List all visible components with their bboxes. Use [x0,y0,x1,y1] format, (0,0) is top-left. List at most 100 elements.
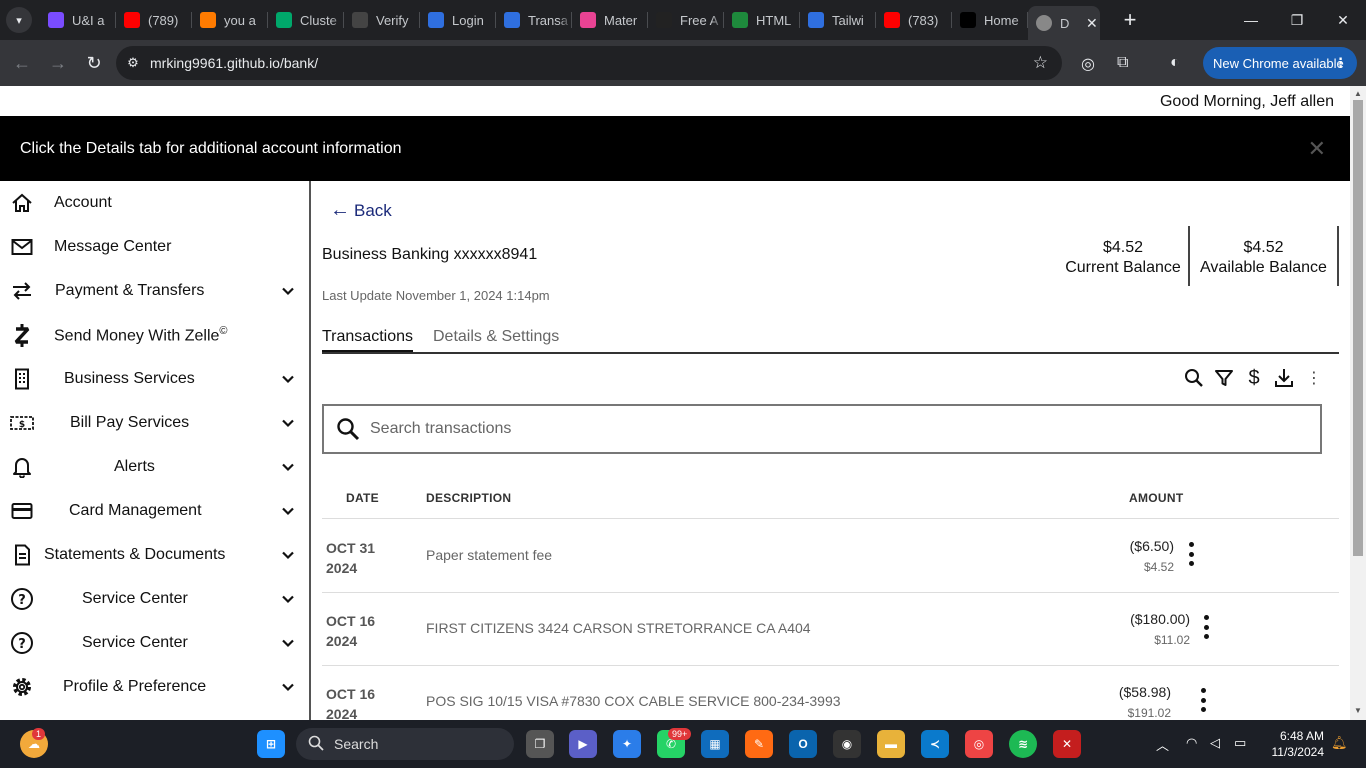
row-menu-icon[interactable] [1201,615,1211,639]
back-link[interactable]: ← Back [330,199,392,222]
chevron-down-icon[interactable] [280,459,296,475]
battery-icon[interactable]: ▭ [1234,735,1246,751]
extension-icon[interactable]: ◎ [1081,54,1095,74]
chrome-menu-icon[interactable]: ⋮ [1334,55,1347,71]
minimize-icon[interactable]: — [1228,0,1274,40]
chevron-down-icon[interactable] [280,547,296,563]
store-icon[interactable]: ▦ [701,730,729,758]
profile-avatar-icon[interactable]: ◐ [1170,54,1180,72]
download-icon[interactable] [1272,366,1296,390]
sidebar-item-alerts[interactable]: Alerts [0,445,309,489]
meet-icon[interactable]: ▶ [569,730,597,758]
browser-tab[interactable]: (783) [876,0,952,40]
sidebar-item-service-center[interactable]: ? Service Center [0,577,309,621]
dollar-icon[interactable]: $ [1242,366,1266,390]
table-row[interactable]: OCT 31 2024 Paper statement fee ($6.50) $4.5… [322,520,1339,593]
chrome-icon[interactable]: ◎ [965,730,993,758]
sidebar-item-business-services[interactable]: Business Services [0,357,309,401]
bookmark-star-icon[interactable]: ☆ [1033,53,1048,73]
sidebar-item-statements-documents[interactable]: Statements & Documents [0,533,309,577]
sidebar-item-payment-transfers[interactable]: Payment & Transfers [0,269,309,313]
sidebar-item-card-management[interactable]: Card Management [0,489,309,533]
browser-tab[interactable]: Mater [572,0,648,40]
site-info-icon[interactable]: ⚙ [116,55,150,71]
close-icon[interactable]: ✕ [1308,136,1326,162]
close-window-icon[interactable]: ✕ [1320,0,1366,40]
file-explorer-icon[interactable]: ▬ [877,730,905,758]
scrollbar-thumb[interactable] [1353,100,1363,556]
sidebar-item-label: Message Center [54,238,171,256]
date-year: 2024 [326,633,358,649]
browser-tab[interactable]: Cluste [268,0,344,40]
browser-tab[interactable]: HTML [724,0,800,40]
chevron-down-icon[interactable] [280,371,296,387]
sidebar-item-bill-pay-services[interactable]: $ Bill Pay Services [0,401,309,445]
outlook-icon[interactable]: O [789,730,817,758]
chevron-down-icon[interactable] [280,415,296,431]
new-chrome-available-button[interactable]: New Chrome available ⋮ [1203,47,1357,79]
close-tab-icon[interactable]: ✕ [1086,15,1098,32]
browser-tab[interactable]: Home [952,0,1028,40]
forward-nav-icon[interactable]: → [40,53,76,74]
new-tab-button[interactable]: + [1118,7,1142,33]
tab-transactions[interactable]: Transactions [322,328,413,352]
back-nav-icon[interactable]: ← [4,53,40,74]
date-column-header[interactable]: DATE [346,491,379,505]
volume-icon[interactable]: ◁ [1210,735,1220,751]
task-view-icon[interactable]: ❐ [526,730,554,758]
row-menu-icon[interactable] [1198,688,1208,712]
pdf-app-icon[interactable]: ✕ [1053,730,1081,758]
table-row[interactable]: OCT 16 2024 POS SIG 10/15 VISA #7830 COX C… [322,666,1339,720]
tray-chevron-icon[interactable]: ︿ [1156,735,1169,754]
chevron-down-icon[interactable] [280,679,296,695]
sidebar-item-label: Payment & Transfers [55,282,204,300]
sidebar-item-service-center[interactable]: ? Service Center [0,621,309,665]
page-scrollbar[interactable]: ▲ ▼ [1350,86,1366,720]
copilot-icon[interactable]: ✦ [613,730,641,758]
chevron-down-icon[interactable] [280,591,296,607]
filter-icon[interactable] [1212,366,1236,390]
browser-tab[interactable]: (789) [116,0,192,40]
vscode-icon[interactable]: ≺ [921,730,949,758]
tab-details-settings[interactable]: Details & Settings [433,328,559,346]
scroll-up-icon[interactable]: ▲ [1354,89,1362,98]
scroll-down-icon[interactable]: ▼ [1354,706,1362,715]
table-row[interactable]: OCT 16 2024 FIRST CITIZENS 3424 CARSON STR… [322,593,1339,666]
notification-bell-icon[interactable]: 🔔︎ [1331,735,1348,751]
browser-tab[interactable]: you a [192,0,268,40]
wifi-icon[interactable]: ◠ [1186,735,1197,751]
row-menu-icon[interactable] [1186,542,1196,566]
search-icon[interactable] [1182,366,1206,390]
sidebar-item-profile-preference[interactable]: Profile & Preference [0,665,309,709]
tab-title: Login [452,12,484,28]
browser-tab[interactable]: Verify [344,0,420,40]
system-clock[interactable]: 6:48 AM 11/3/2024 [1262,728,1325,760]
sidebar-item-account[interactable]: Account [0,181,309,225]
browser-tab[interactable]: U&I a [40,0,116,40]
spotify-icon[interactable]: ≋ [1009,730,1037,758]
pen-app-icon[interactable]: ✎ [745,730,773,758]
sidebar-item-send-money-with-zelle[interactable]: Send Money With Zelle© [0,313,309,357]
browser-tab[interactable]: Transa [496,0,572,40]
puzzle-extensions-icon[interactable]: ⧉ [1117,54,1128,72]
browser-tab[interactable]: Tailwi [800,0,876,40]
chevron-down-icon[interactable] [280,635,296,651]
address-bar[interactable]: ⚙ mrking9961.github.io/bank/ ☆ [116,46,1062,80]
tab-title: you a [224,12,256,28]
restore-icon[interactable]: ❐ [1274,0,1320,40]
browser-tab[interactable]: Free A [648,0,724,40]
search-input[interactable] [370,420,1270,438]
sidebar-item-message-center[interactable]: Message Center [0,225,309,269]
windows-start-icon[interactable]: ⊞ [257,730,285,758]
active-browser-tab[interactable]: D ✕ [1028,6,1100,40]
description-column-header[interactable]: DESCRIPTION [426,491,511,505]
obs-icon[interactable]: ◉ [833,730,861,758]
reload-icon[interactable]: ↻ [76,53,112,74]
browser-tab[interactable]: Login [420,0,496,40]
chevron-down-icon[interactable] [280,283,296,299]
taskbar-search[interactable]: Search [296,728,514,760]
more-options-icon[interactable]: ⋮ [1302,366,1326,390]
amount-column-header[interactable]: AMOUNT [1129,491,1183,505]
chevron-down-icon[interactable] [280,503,296,519]
tab-search-button[interactable]: ▾ [6,7,32,33]
